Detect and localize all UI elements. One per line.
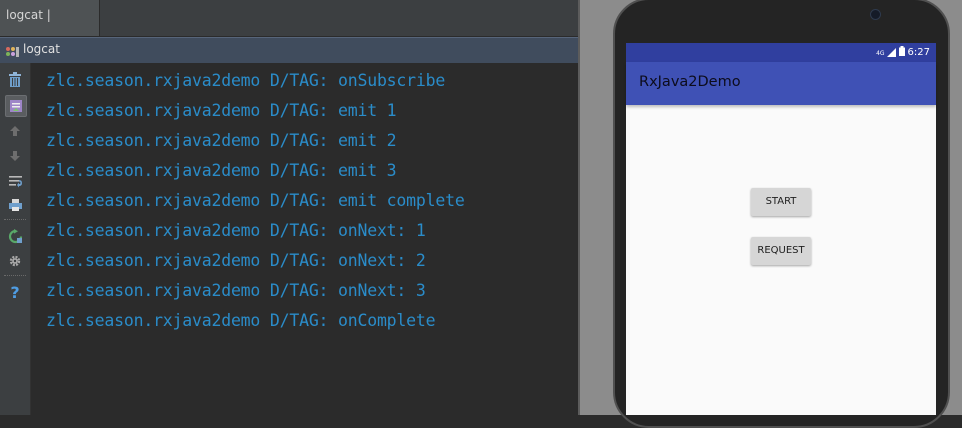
app-toolbar: RxJava2Demo xyxy=(626,62,936,105)
logcat-subheader: logcat xyxy=(0,37,578,63)
restart-icon[interactable] xyxy=(5,226,25,246)
log-line: zlc.season.rxjava2demo D/TAG: emit 1 xyxy=(46,101,397,120)
soft-wrap-icon[interactable] xyxy=(5,171,25,191)
status-time: 6:27 xyxy=(907,47,930,58)
request-button[interactable]: REQUEST xyxy=(751,237,811,265)
log-line: zlc.season.rxjava2demo D/TAG: onNext: 2 xyxy=(46,251,426,270)
log-line: zlc.season.rxjava2demo D/TAG: onNext: 3 xyxy=(46,281,426,300)
settings-gear-icon[interactable] xyxy=(5,251,25,271)
logcat-label: logcat xyxy=(23,42,60,56)
toolbar-separator xyxy=(4,219,26,220)
front-camera-icon xyxy=(870,9,881,20)
log-line: zlc.season.rxjava2demo D/TAG: onNext: 1 xyxy=(46,221,426,240)
start-button[interactable]: START xyxy=(751,188,811,216)
up-arrow-icon[interactable] xyxy=(5,121,25,141)
log-line: zlc.season.rxjava2demo D/TAG: emit compl… xyxy=(46,191,465,210)
down-arrow-icon[interactable] xyxy=(5,146,25,166)
logcat-output: zlc.season.rxjava2demo D/TAG: onSubscrib… xyxy=(46,70,465,340)
ide-logcat-panel: logcat | Monitors logcat xyxy=(0,0,578,415)
phone-screen: 4G 6:27 RxJava2Demo START REQUEST xyxy=(626,43,936,415)
log-line: zlc.season.rxjava2demo D/TAG: emit 3 xyxy=(46,161,397,180)
app-title: RxJava2Demo xyxy=(639,74,741,90)
log-line: zlc.season.rxjava2demo D/TAG: emit 2 xyxy=(46,131,397,150)
logcat-toolbar: ? xyxy=(0,63,31,415)
android-status-bar: 4G 6:27 xyxy=(626,43,936,62)
logcat-icon xyxy=(5,43,20,57)
tool-window-tabbar: logcat | Monitors xyxy=(0,0,578,53)
signal-label: 4G xyxy=(876,50,885,57)
scroll-to-end-icon[interactable] xyxy=(5,95,27,117)
trash-icon[interactable] xyxy=(5,70,25,90)
signal-4g-icon: 4G xyxy=(876,48,896,57)
panel-divider[interactable] xyxy=(578,0,580,415)
tab-logcat-monitors[interactable]: logcat | Monitors xyxy=(0,0,100,53)
help-icon[interactable]: ? xyxy=(5,282,25,302)
print-icon[interactable] xyxy=(5,195,25,215)
log-line: zlc.season.rxjava2demo D/TAG: onSubscrib… xyxy=(46,71,446,90)
log-line: zlc.season.rxjava2demo D/TAG: onComplete xyxy=(46,311,436,330)
status-icons: 4G 6:27 xyxy=(876,46,930,59)
battery-icon xyxy=(898,46,905,59)
toolbar-separator xyxy=(4,275,26,276)
